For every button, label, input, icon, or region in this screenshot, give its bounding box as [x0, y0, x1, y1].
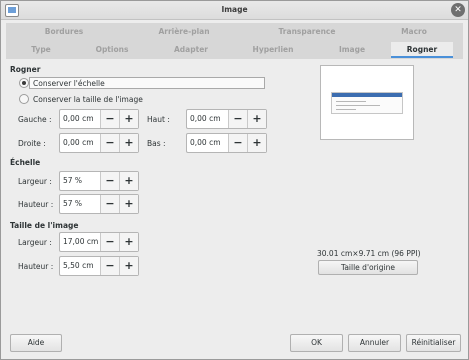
- reset-button[interactable]: Réinitialiser: [406, 334, 461, 352]
- original-size-text: 30.01 cm×9.71 cm (96 PPI): [317, 249, 421, 258]
- gauche-minus-button[interactable]: −: [100, 110, 119, 128]
- tab-hyperlien[interactable]: Hyperlien: [242, 42, 304, 58]
- echelle-largeur-spinner[interactable]: 57 % − +: [59, 171, 139, 191]
- rogner-section-title: Rogner: [10, 65, 41, 74]
- bas-plus-button[interactable]: +: [247, 134, 266, 152]
- preview-thumbnail-line: [336, 105, 380, 106]
- echelle-largeur-value[interactable]: 57 %: [60, 172, 100, 190]
- tab-rogner[interactable]: Rogner: [391, 42, 453, 58]
- echelle-largeur-label: Largeur :: [18, 177, 52, 186]
- original-size-button[interactable]: Taille d'origine: [318, 260, 418, 275]
- tab-bar: Bordures Arrière-plan Transparence Macro…: [6, 23, 463, 59]
- preview-thumbnail-header: [332, 93, 402, 97]
- taille-hauteur-spinner[interactable]: 5,50 cm − +: [59, 256, 139, 276]
- echelle-hauteur-minus-button[interactable]: −: [100, 195, 119, 213]
- droite-minus-button[interactable]: −: [100, 134, 119, 152]
- keep-scale-radio[interactable]: [19, 78, 29, 88]
- taille-hauteur-label: Hauteur :: [18, 262, 54, 271]
- haut-spinner[interactable]: 0,00 cm − +: [186, 109, 267, 129]
- preview-thumbnail-line: [336, 109, 356, 110]
- haut-label: Haut :: [147, 115, 170, 124]
- ok-button[interactable]: OK: [290, 334, 343, 352]
- echelle-hauteur-label: Hauteur :: [18, 200, 54, 209]
- cancel-button[interactable]: Annuler: [348, 334, 401, 352]
- gauche-spinner[interactable]: 0,00 cm − +: [59, 109, 139, 129]
- bas-spinner[interactable]: 0,00 cm − +: [186, 133, 267, 153]
- tab-macro[interactable]: Macro: [386, 24, 442, 40]
- gauche-value[interactable]: 0,00 cm: [60, 110, 100, 128]
- help-button[interactable]: Aide: [10, 334, 62, 352]
- taille-largeur-value[interactable]: 17,00 cm: [60, 233, 100, 251]
- image-preview: [320, 65, 414, 140]
- titlebar: Image ✕: [1, 1, 468, 20]
- window-title: Image: [221, 5, 248, 14]
- taille-largeur-minus-button[interactable]: −: [100, 233, 119, 251]
- tab-options[interactable]: Options: [84, 42, 140, 58]
- tab-bordures[interactable]: Bordures: [24, 24, 104, 40]
- gauche-label: Gauche :: [18, 115, 52, 124]
- tab-adapter[interactable]: Adapter: [161, 42, 221, 58]
- droite-label: Droite :: [18, 139, 46, 148]
- preview-thumbnail-line: [336, 101, 366, 102]
- keep-scale-label[interactable]: Conserver l'échelle: [33, 79, 105, 88]
- droite-plus-button[interactable]: +: [119, 134, 138, 152]
- preview-thumbnail: [331, 92, 403, 114]
- tab-row-1: Bordures Arrière-plan Transparence Macro: [6, 24, 463, 40]
- droite-value[interactable]: 0,00 cm: [60, 134, 100, 152]
- echelle-largeur-plus-button[interactable]: +: [119, 172, 138, 190]
- bas-minus-button[interactable]: −: [228, 134, 247, 152]
- taille-largeur-plus-button[interactable]: +: [119, 233, 138, 251]
- droite-spinner[interactable]: 0,00 cm − +: [59, 133, 139, 153]
- tab-image[interactable]: Image: [324, 42, 380, 58]
- keep-image-size-label[interactable]: Conserver la taille de l'image: [33, 95, 143, 104]
- haut-minus-button[interactable]: −: [228, 110, 247, 128]
- taille-largeur-label: Largeur :: [18, 238, 52, 247]
- bas-value[interactable]: 0,00 cm: [187, 134, 228, 152]
- taille-hauteur-plus-button[interactable]: +: [119, 257, 138, 275]
- echelle-hauteur-value[interactable]: 57 %: [60, 195, 100, 213]
- keep-image-size-radio[interactable]: [19, 94, 29, 104]
- tab-arriere-plan[interactable]: Arrière-plan: [134, 24, 234, 40]
- echelle-hauteur-spinner[interactable]: 57 % − +: [59, 194, 139, 214]
- taille-section-title: Taille de l'image: [10, 221, 79, 230]
- tab-type[interactable]: Type: [16, 42, 66, 58]
- gauche-plus-button[interactable]: +: [119, 110, 138, 128]
- bas-label: Bas :: [147, 139, 166, 148]
- echelle-hauteur-plus-button[interactable]: +: [119, 195, 138, 213]
- echelle-section-title: Échelle: [10, 158, 41, 167]
- taille-hauteur-minus-button[interactable]: −: [100, 257, 119, 275]
- tab-transparence[interactable]: Transparence: [262, 24, 352, 40]
- tab-row-2: Type Options Adapter Hyperlien Image Rog…: [6, 42, 463, 58]
- close-icon[interactable]: ✕: [451, 3, 465, 17]
- haut-plus-button[interactable]: +: [247, 110, 266, 128]
- echelle-largeur-minus-button[interactable]: −: [100, 172, 119, 190]
- haut-value[interactable]: 0,00 cm: [187, 110, 228, 128]
- taille-largeur-spinner[interactable]: 17,00 cm − +: [59, 232, 139, 252]
- taille-hauteur-value[interactable]: 5,50 cm: [60, 257, 100, 275]
